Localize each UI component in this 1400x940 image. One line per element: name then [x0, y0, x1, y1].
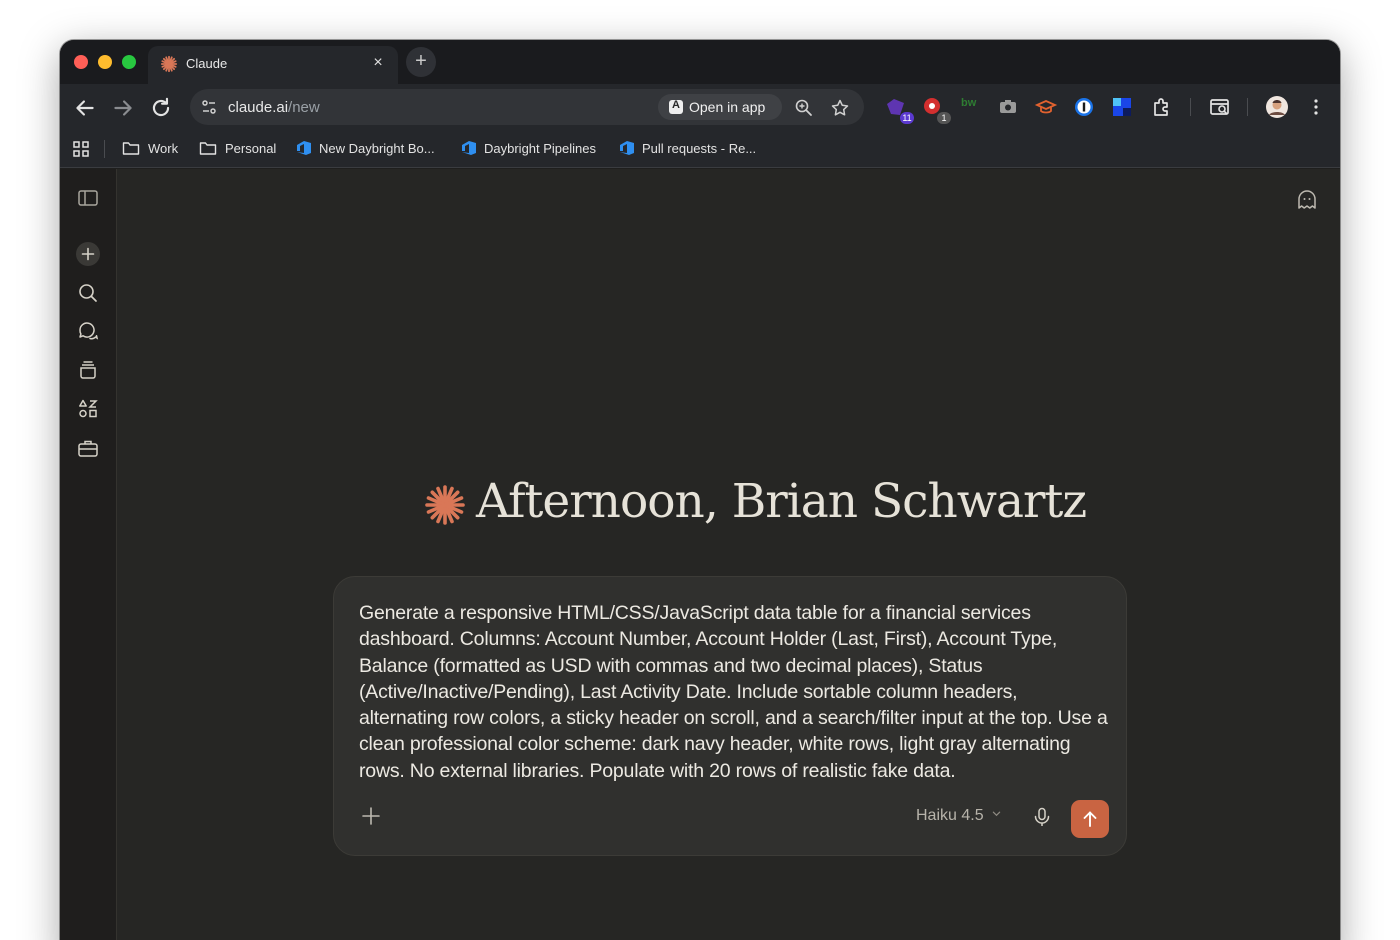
- bookmark-personal[interactable]: Personal: [199, 139, 281, 159]
- extension-badge: 11: [900, 112, 914, 124]
- microphone-icon[interactable]: [1031, 806, 1053, 828]
- chevron-down-icon: [992, 811, 1001, 817]
- browser-window: Claude × + claude.ai/new Open i: [60, 40, 1340, 940]
- arrow-up-icon: [1083, 811, 1097, 827]
- bookmarks-bar: Work Personal New Daybright Bo... Daybri…: [60, 130, 1340, 168]
- bookmark-work[interactable]: Work: [122, 139, 186, 159]
- profile-avatar[interactable]: [1265, 95, 1289, 119]
- azure-devops-icon: [297, 141, 311, 155]
- url-path: /new: [288, 99, 320, 116]
- url-domain: claude.ai: [228, 99, 289, 116]
- puzzle-extensions-icon[interactable]: [1150, 95, 1174, 119]
- purple-extension-icon[interactable]: 11: [884, 95, 914, 124]
- code-icon[interactable]: [76, 436, 100, 460]
- reload-icon[interactable]: [148, 95, 174, 121]
- model-selector-label: Haiku 4.5: [916, 807, 984, 824]
- new-tab-button[interactable]: +: [406, 47, 436, 77]
- open-in-app-button[interactable]: Open in app: [658, 94, 782, 120]
- zoom-icon[interactable]: [794, 98, 814, 118]
- bookmark-daybright-pipelines[interactable]: Daybright Pipelines: [460, 139, 605, 159]
- chat-composer: Generate a responsive HTML/CSS/JavaScrip…: [333, 576, 1127, 856]
- toolbar-separator: [1247, 98, 1248, 116]
- send-button[interactable]: [1071, 800, 1109, 838]
- minimize-window-button[interactable]: [98, 55, 112, 69]
- bw-extension-icon[interactable]: bw: [958, 95, 982, 119]
- blue-square-extension-icon[interactable]: [1110, 95, 1134, 119]
- bookmark-label: Personal: [225, 141, 277, 156]
- tab-claude[interactable]: Claude ×: [148, 46, 398, 84]
- bookmark-pull-requests[interactable]: Pull requests - Re...: [618, 139, 768, 159]
- url-text: claude.ai/new: [228, 99, 320, 116]
- claude-spark-icon: [425, 485, 465, 525]
- address-bar[interactable]: claude.ai/new Open in app: [190, 89, 864, 125]
- projects-icon[interactable]: [76, 358, 100, 382]
- azure-devops-icon: [620, 141, 634, 155]
- chats-icon[interactable]: [76, 319, 100, 343]
- bookmarks-separator: [104, 140, 105, 158]
- close-window-button[interactable]: [74, 55, 88, 69]
- camera-extension-icon[interactable]: [996, 95, 1020, 119]
- bookmark-label: Pull requests - Re...: [642, 141, 757, 156]
- model-selector[interactable]: Haiku 4.5: [916, 807, 1001, 825]
- tab-search-icon[interactable]: [1208, 95, 1232, 119]
- 1password-extension-icon[interactable]: [1072, 95, 1096, 119]
- bookmark-label: Work: [148, 141, 179, 156]
- sidebar-toggle-icon[interactable]: [76, 186, 100, 210]
- extension-badge: 1: [937, 112, 951, 124]
- kebab-menu-icon[interactable]: [1304, 95, 1328, 119]
- tab-strip: Claude × +: [60, 40, 1340, 84]
- add-attachment-icon[interactable]: [360, 805, 382, 827]
- incognito-ghost-icon[interactable]: [1296, 189, 1318, 211]
- bookmark-star-icon[interactable]: [830, 98, 850, 118]
- bookmark-new-daybright-board[interactable]: New Daybright Bo...: [295, 139, 445, 159]
- artifacts-icon[interactable]: [76, 397, 100, 421]
- open-in-app-label: Open in app: [689, 99, 766, 115]
- new-chat-icon[interactable]: [76, 242, 100, 266]
- greeting: Afternoon, Brian Schwartz: [424, 474, 1087, 534]
- close-tab-icon[interactable]: ×: [368, 52, 388, 74]
- back-icon[interactable]: [72, 95, 98, 121]
- claude-app: Afternoon, Brian Schwartz Generate a res…: [60, 169, 1340, 940]
- toolbar-separator: [1190, 98, 1191, 116]
- sidebar-rail: [60, 169, 117, 940]
- site-info-icon[interactable]: [200, 98, 218, 116]
- app-icon: [669, 99, 683, 114]
- claude-spark-icon: [160, 55, 178, 73]
- bw-extension-text: bw: [961, 97, 977, 109]
- bookmark-label: Daybright Pipelines: [484, 141, 597, 156]
- search-icon[interactable]: [76, 281, 100, 305]
- bookmark-label: New Daybright Bo...: [319, 141, 435, 156]
- folder-icon: [122, 142, 140, 155]
- red-extension-icon[interactable]: 1: [921, 95, 951, 124]
- tab-title: Claude: [186, 56, 228, 71]
- folder-icon: [199, 142, 217, 155]
- forward-icon[interactable]: [110, 95, 136, 121]
- prompt-input[interactable]: Generate a responsive HTML/CSS/JavaScrip…: [359, 600, 1109, 784]
- browser-toolbar: claude.ai/new Open in app 11 1: [60, 84, 1340, 130]
- azure-devops-icon: [462, 141, 476, 155]
- greeting-text: Afternoon, Brian Schwartz: [476, 474, 1087, 529]
- graduation-cap-extension-icon[interactable]: [1034, 95, 1058, 119]
- maximize-window-button[interactable]: [122, 55, 136, 69]
- apps-grid-icon[interactable]: [72, 140, 90, 158]
